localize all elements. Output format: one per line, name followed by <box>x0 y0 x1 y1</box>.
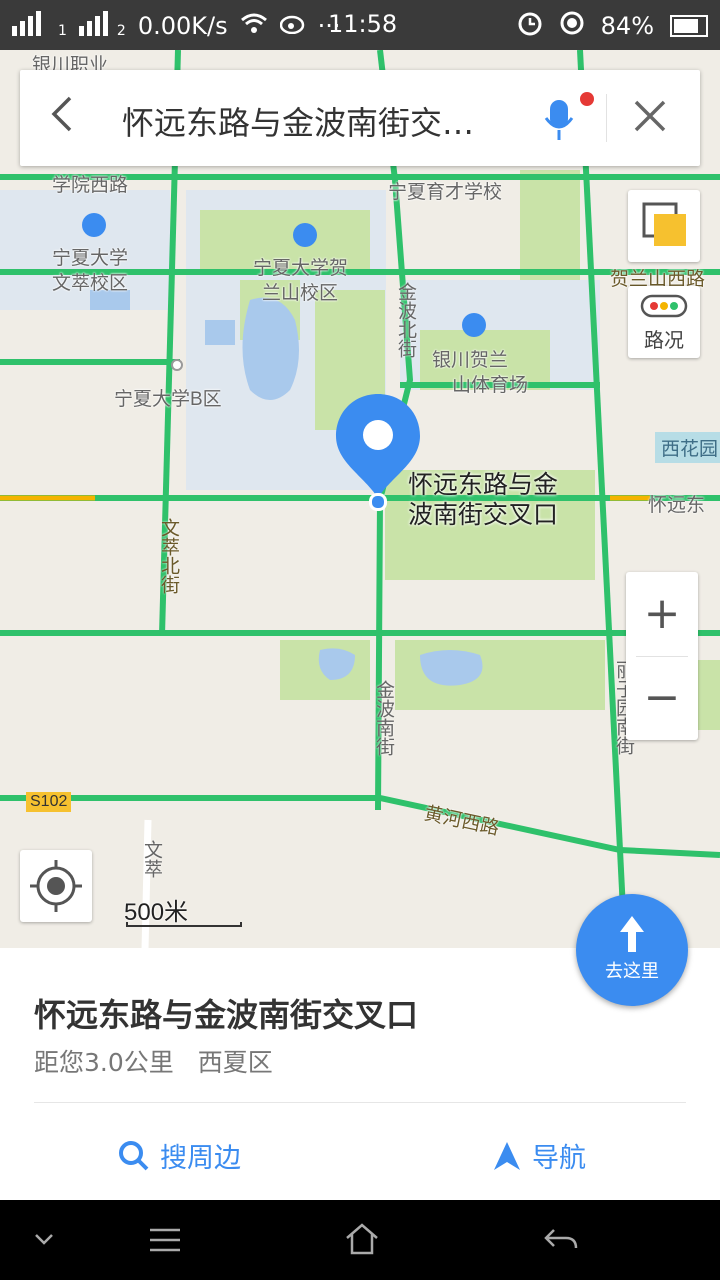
wifi-icon <box>240 12 268 40</box>
map-label: 金波北街 <box>395 282 416 358</box>
divider <box>34 1102 686 1103</box>
traffic-light-icon <box>640 294 688 318</box>
navigate-button[interactable]: 导航 <box>492 1136 586 1175</box>
distance: 距您3.0公里 <box>34 1048 174 1077</box>
school-icon <box>293 223 317 247</box>
locate-icon <box>30 860 82 912</box>
search-nearby-label: 搜周边 <box>160 1143 241 1174</box>
zoom-in-button[interactable]: + <box>626 572 698 656</box>
search-query[interactable]: 怀远东路与金波南街交… <box>122 98 474 144</box>
chevron-down-icon[interactable] <box>34 1232 54 1246</box>
scale-label: 500米 <box>124 899 189 926</box>
sim-1-label: 1 <box>58 23 67 39</box>
district: 西夏区 <box>197 1048 273 1077</box>
intersection-dot <box>369 493 387 511</box>
map-label: 宁夏大学B区 <box>114 389 222 410</box>
road-shield-s102: S102 <box>26 792 72 812</box>
signal-icon <box>12 10 56 42</box>
weibo-icon <box>279 12 306 40</box>
poi-dot <box>171 359 183 371</box>
location-status-icon <box>559 10 585 42</box>
pond <box>205 320 235 345</box>
clear-button[interactable] <box>630 90 670 149</box>
map-label: 怀远东 <box>648 495 706 516</box>
map-label: 宁夏大学贺 <box>253 258 349 279</box>
place-title: 怀远东路与金波南街交叉口 <box>34 996 419 1034</box>
battery-percent: 84% <box>600 12 654 40</box>
map-label: 文萃北街 <box>158 518 179 594</box>
map-label: 文萃校区 <box>52 273 129 294</box>
menu-icon[interactable] <box>148 1226 182 1254</box>
traffic-button[interactable]: 路况 <box>628 286 700 358</box>
school-icon <box>82 213 106 237</box>
my-location-button[interactable] <box>20 850 92 922</box>
clock: 11:58 <box>328 10 398 38</box>
divider <box>636 656 688 657</box>
home-icon[interactable] <box>344 1222 380 1256</box>
map-label: 山体育场 <box>452 375 529 396</box>
navigation-arrow-icon <box>494 1141 520 1170</box>
status-bar: 1 2 0.00K/s ··· 11:58 84% <box>0 0 720 50</box>
map-label: 兰山校区 <box>262 283 339 304</box>
alarm-icon <box>517 10 543 42</box>
system-nav-bar <box>0 1200 720 1280</box>
map-view[interactable]: 银川职业 学院西路 宁夏育才学校 宁夏大学 文萃校区 宁夏大学贺 兰山校区 贺兰… <box>0 50 720 950</box>
lake <box>242 297 299 400</box>
search-nearby-button[interactable]: 搜周边 <box>118 1136 241 1175</box>
navigate-label: 导航 <box>532 1143 586 1174</box>
traffic-label: 路况 <box>644 328 684 352</box>
map-label: 西花园 <box>655 432 720 463</box>
go-here-label: 去这里 <box>605 961 659 982</box>
map-label: 银川贺兰 <box>432 350 509 371</box>
search-icon <box>119 1140 149 1170</box>
go-here-button[interactable]: 去这里 <box>576 894 688 1006</box>
layers-button[interactable] <box>628 190 700 262</box>
stadium-icon <box>462 313 486 337</box>
sim-2-label: 2 <box>116 23 126 39</box>
notification-dot <box>580 92 594 106</box>
signal-icon <box>78 10 115 42</box>
pin-label: 怀远东路与金波南街交叉口 <box>408 470 559 529</box>
zoom-controls: + − <box>626 572 698 740</box>
map-label: 文萃 <box>141 840 162 878</box>
map-label: 宁夏育才学校 <box>388 182 503 203</box>
search-bar: 怀远东路与金波南街交… <box>20 70 700 166</box>
network-speed: 0.00K/s <box>137 12 228 40</box>
zoom-out-button[interactable]: − <box>626 656 698 740</box>
battery-icon <box>670 15 708 37</box>
divider <box>606 94 607 142</box>
park-area <box>520 170 580 280</box>
place-subtitle: 距您3.0公里 西夏区 <box>34 1043 273 1079</box>
back-icon[interactable] <box>542 1226 578 1252</box>
map-label: 学院西路 <box>52 175 129 196</box>
back-button[interactable] <box>48 92 76 143</box>
map-label: 宁夏大学 <box>52 248 129 269</box>
map-label: 金波南街 <box>373 680 394 756</box>
voice-input-icon[interactable] <box>544 94 574 142</box>
layers-icon <box>642 202 686 246</box>
route-arrow-icon <box>620 916 644 952</box>
